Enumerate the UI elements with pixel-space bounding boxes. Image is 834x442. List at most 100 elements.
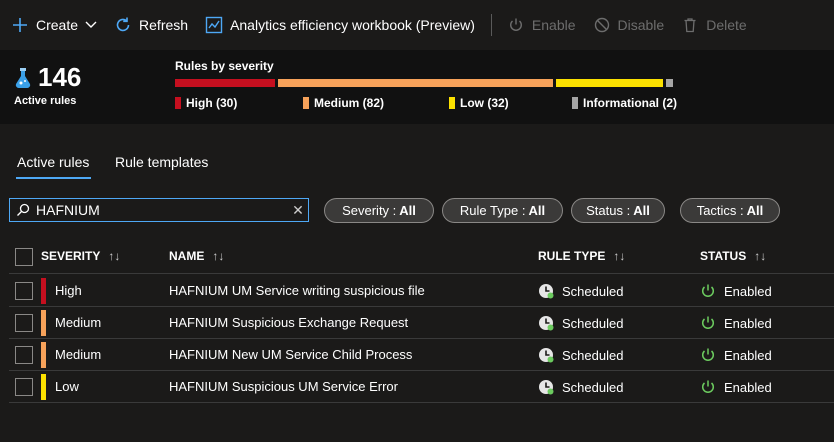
power-icon — [700, 347, 716, 363]
filter-status[interactable]: Status : All — [571, 198, 665, 223]
table-row[interactable]: Low HAFNIUM Suspicious UM Service Error … — [9, 371, 834, 403]
severity-color-strip — [41, 342, 46, 368]
power-icon — [700, 379, 716, 395]
filter-rule-type-key: Rule Type : — [459, 203, 526, 218]
workbook-button[interactable]: Analytics efficiency workbook (Preview) — [204, 0, 475, 50]
row-status-label: Enabled — [724, 283, 772, 299]
severity-bar-segment — [175, 79, 275, 87]
command-bar: Create Refresh Analytics efficiency work… — [0, 0, 834, 50]
power-icon — [700, 283, 716, 299]
active-tab-indicator — [16, 177, 91, 179]
filter-severity[interactable]: Severity : All — [324, 198, 434, 223]
row-status-label: Enabled — [724, 315, 772, 331]
filter-rule-type[interactable]: Rule Type : All — [442, 198, 563, 223]
chevron-down-icon — [85, 21, 97, 29]
row-severity: Medium — [55, 315, 102, 330]
search-icon — [16, 203, 30, 217]
column-rule-type[interactable]: RULE TYPE ↑↓ — [538, 249, 625, 263]
row-rule-type-label: Scheduled — [562, 315, 624, 331]
row-status-label: Enabled — [724, 347, 772, 363]
enable-button[interactable]: Enable — [506, 0, 576, 50]
clock-icon — [538, 283, 554, 299]
filter-status-value: All — [633, 203, 650, 218]
workbook-label: Analytics efficiency workbook (Preview) — [230, 17, 475, 33]
table-row[interactable]: High HAFNIUM UM Service writing suspicio… — [9, 275, 834, 307]
plus-icon — [10, 15, 30, 35]
legend-swatch — [572, 97, 578, 109]
column-status[interactable]: STATUS ↑↓ — [700, 249, 766, 263]
sort-icon: ↑↓ — [613, 249, 626, 263]
row-severity: High — [55, 283, 82, 298]
search-input[interactable]: HAFNIUM — [36, 202, 288, 218]
legend-label: Low (32) — [460, 96, 509, 110]
row-severity: Low — [55, 379, 79, 394]
filter-rule-type-value: All — [528, 203, 546, 218]
row-rule-type: Scheduled — [538, 315, 623, 331]
disable-label: Disable — [617, 17, 665, 33]
row-rule-type: Scheduled — [538, 379, 623, 395]
legend-item: Low (32) — [449, 96, 509, 110]
row-rule-type: Scheduled — [538, 347, 623, 363]
legend-swatch — [449, 97, 455, 109]
toolbar-divider — [490, 14, 492, 36]
row-severity: Medium — [55, 347, 102, 362]
create-button[interactable]: Create — [10, 0, 97, 50]
legend-item: Informational (2) — [572, 96, 677, 110]
active-rules-count-block: 146 Active rules — [14, 62, 81, 107]
severity-color-strip — [41, 278, 46, 304]
severity-bar-segment — [556, 79, 663, 87]
row-status: Enabled — [700, 315, 772, 331]
tab-active-rules[interactable]: Active rules — [17, 154, 89, 170]
severity-chart-title: Rules by severity — [175, 59, 274, 73]
refresh-label: Refresh — [139, 17, 189, 33]
table-row[interactable]: Medium HAFNIUM Suspicious Exchange Reque… — [9, 307, 834, 339]
row-checkbox[interactable] — [15, 314, 33, 332]
table-header: SEVERITY ↑↓ NAME ↑↓ RULE TYPE ↑↓ STATUS … — [9, 240, 834, 274]
tab-rule-templates[interactable]: Rule templates — [115, 154, 208, 170]
severity-color-strip — [41, 310, 46, 336]
legend-item: High (30) — [175, 96, 237, 110]
active-rules-label: Active rules — [14, 95, 77, 107]
row-checkbox[interactable] — [15, 282, 33, 300]
row-rule-type-label: Scheduled — [562, 347, 624, 363]
enable-label: Enable — [531, 17, 576, 33]
legend-item: Medium (82) — [303, 96, 384, 110]
clear-icon[interactable]: ✕ — [288, 202, 308, 219]
row-checkbox[interactable] — [15, 378, 33, 396]
filter-tactics-value: All — [746, 203, 764, 218]
filter-status-key: Status : — [586, 203, 631, 218]
column-severity[interactable]: SEVERITY ↑↓ — [41, 249, 120, 263]
severity-color-strip — [41, 374, 46, 400]
clock-icon — [538, 379, 554, 395]
workbook-icon — [204, 15, 224, 35]
legend-label: Medium (82) — [314, 96, 385, 110]
row-status: Enabled — [700, 283, 772, 299]
disable-button[interactable]: Disable — [592, 0, 665, 50]
select-all-checkbox[interactable] — [15, 248, 33, 266]
legend-label: High (30) — [186, 96, 238, 110]
row-status: Enabled — [700, 347, 772, 363]
row-checkbox[interactable] — [15, 346, 33, 364]
legend-label: Informational (2) — [583, 96, 678, 110]
clock-icon — [538, 315, 554, 331]
severity-bar-segment — [666, 79, 673, 87]
delete-button[interactable]: Delete — [680, 0, 747, 50]
filter-tactics[interactable]: Tactics : All — [680, 198, 780, 223]
legend-swatch — [303, 97, 309, 109]
delete-label: Delete — [706, 17, 747, 33]
refresh-button[interactable]: Refresh — [113, 0, 188, 50]
refresh-icon — [113, 15, 133, 35]
search-box[interactable]: HAFNIUM ✕ — [9, 198, 309, 222]
table-row[interactable]: Medium HAFNIUM New UM Service Child Proc… — [9, 339, 834, 371]
row-name: HAFNIUM Suspicious UM Service Error — [169, 379, 398, 394]
row-status: Enabled — [700, 379, 772, 395]
column-status-label: STATUS — [700, 249, 747, 263]
block-icon — [592, 15, 612, 35]
row-name: HAFNIUM UM Service writing suspicious fi… — [169, 283, 425, 298]
column-rule-type-label: RULE TYPE — [538, 249, 606, 263]
sort-icon: ↑↓ — [754, 249, 767, 263]
sort-icon: ↑↓ — [108, 249, 121, 263]
active-rules-count: 146 — [38, 62, 82, 92]
row-name: HAFNIUM New UM Service Child Process — [169, 347, 413, 362]
column-name[interactable]: NAME ↑↓ — [169, 249, 224, 263]
